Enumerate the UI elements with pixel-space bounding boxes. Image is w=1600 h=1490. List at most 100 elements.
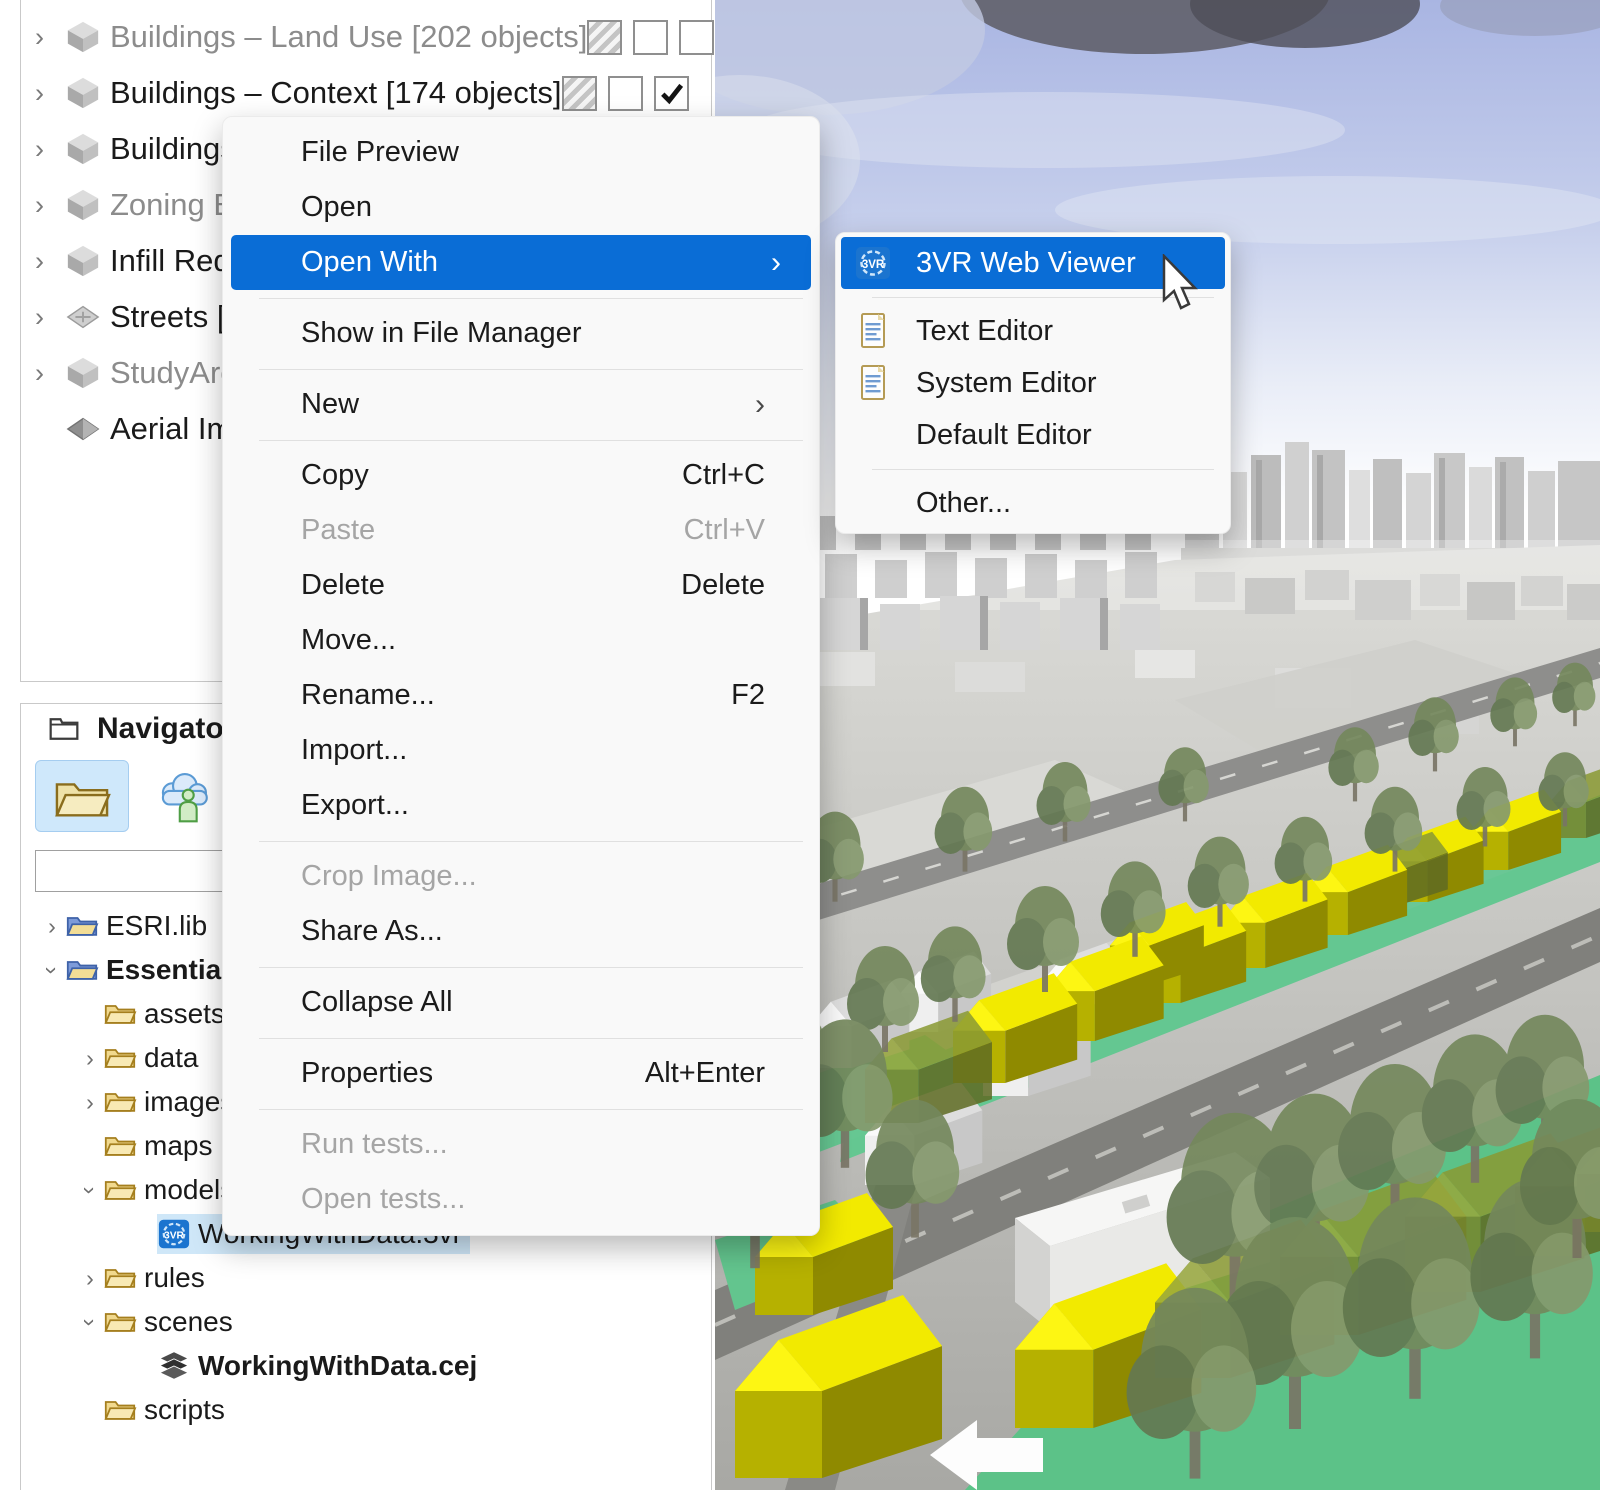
menu-item-share-as[interactable]: Share As... (223, 904, 819, 959)
aerial-layer-icon (65, 411, 101, 447)
cloud-portal-button[interactable] (137, 760, 231, 832)
menu-separator (223, 1101, 819, 1117)
menu-item-properties[interactable]: PropertiesAlt+Enter (223, 1046, 819, 1101)
submenu-item-other[interactable]: Other... (836, 477, 1230, 529)
folder-icon (103, 1306, 137, 1338)
layer-label: Zoning E (110, 187, 234, 223)
checkbox-empty[interactable] (679, 20, 714, 55)
tree-item-workingwithdata-cej[interactable]: WorkingWithData.cej (21, 1344, 711, 1388)
chevron-right-icon[interactable] (39, 913, 65, 940)
folder-icon (103, 1042, 137, 1074)
workspace-folder-button[interactable] (35, 760, 129, 832)
document-icon (854, 364, 892, 402)
3vr-file-icon (157, 1218, 191, 1250)
chevron-right-icon[interactable] (35, 246, 65, 277)
menu-item-crop-image[interactable]: Crop Image... (223, 849, 819, 904)
folder-icon (103, 1130, 137, 1162)
submenu-item-default-editor[interactable]: Default Editor (836, 409, 1230, 461)
model-layer-icon (65, 243, 101, 279)
menu-separator (223, 1030, 819, 1046)
folder-icon (103, 1262, 137, 1294)
menu-item-open[interactable]: Open (223, 180, 819, 235)
scene-layers-icon (157, 1350, 191, 1382)
menu-item-open-tests[interactable]: Open tests... (223, 1172, 819, 1227)
checkmark-icon (658, 79, 686, 107)
cloud-person-icon (153, 769, 215, 823)
model-layer-icon (65, 187, 101, 223)
shortcut: Alt+Enter (645, 1057, 765, 1090)
folder-icon (103, 1174, 137, 1206)
folder-icon (103, 1086, 137, 1118)
menu-item-paste[interactable]: PasteCtrl+V (223, 503, 819, 558)
3d-viewport[interactable] (715, 0, 1600, 1490)
menu-item-rename[interactable]: Rename...F2 (223, 668, 819, 723)
layer-label: Infill Red (110, 243, 231, 279)
menu-separator (223, 959, 819, 975)
checkbox-hatched[interactable] (587, 20, 622, 55)
shortcut: Ctrl+C (682, 459, 765, 492)
checkbox-empty[interactable] (608, 76, 643, 111)
chevron-right-icon[interactable] (77, 1045, 103, 1072)
chevron-right-icon[interactable] (77, 1265, 103, 1292)
library-folder-icon (65, 910, 99, 942)
streets-layer-icon (65, 299, 101, 335)
tree-item-scripts[interactable]: scripts (21, 1388, 711, 1432)
chevron-right-icon[interactable] (35, 134, 65, 165)
checkbox-checked[interactable] (654, 76, 689, 111)
submenu-item-system-editor[interactable]: System Editor (836, 357, 1230, 409)
menu-separator (223, 361, 819, 377)
layer-row-context[interactable]: Buildings – Context [174 objects] (21, 65, 711, 121)
checkbox-empty[interactable] (633, 20, 668, 55)
menu-item-run-tests[interactable]: Run tests... (223, 1117, 819, 1172)
menu-item-file-preview[interactable]: File Preview (223, 125, 819, 180)
chevron-right-icon[interactable] (35, 190, 65, 221)
chevron-down-icon[interactable] (77, 1309, 103, 1336)
shortcut: F2 (731, 679, 765, 712)
model-layer-icon (65, 355, 101, 391)
chevron-right-icon[interactable] (35, 358, 65, 389)
menu-item-collapse-all[interactable]: Collapse All (223, 975, 819, 1030)
menu-item-export[interactable]: Export... (223, 778, 819, 833)
chevron-right-icon[interactable] (77, 1089, 103, 1116)
layer-row-land-use[interactable]: Buildings – Land Use [202 objects] (21, 9, 711, 65)
chevron-down-icon[interactable] (77, 1177, 103, 1204)
shortcut: Ctrl+V (684, 514, 765, 547)
empty-icon-slot (854, 416, 892, 454)
tree-item-scenes[interactable]: scenes (21, 1300, 711, 1344)
chevron-right-icon[interactable] (35, 78, 65, 109)
chevron-right-icon[interactable] (35, 302, 65, 333)
folder-icon (103, 1394, 137, 1426)
menu-item-new[interactable]: New (223, 377, 819, 432)
menu-separator (223, 833, 819, 849)
library-folder-icon (65, 954, 99, 986)
menu-separator (223, 290, 819, 306)
mouse-cursor-icon (1162, 254, 1202, 314)
layer-label: StudyAre (110, 355, 238, 391)
menu-item-delete[interactable]: DeleteDelete (223, 558, 819, 613)
menu-separator (836, 461, 1230, 477)
chevron-down-icon[interactable] (39, 957, 65, 984)
menu-item-copy[interactable]: CopyCtrl+C (223, 448, 819, 503)
document-icon (854, 312, 892, 350)
folder-outline-icon (47, 713, 81, 745)
model-layer-icon (65, 75, 101, 111)
menu-item-import[interactable]: Import... (223, 723, 819, 778)
layer-label: Buildings – Land Use [202 objects] (110, 19, 587, 55)
layer-label: Buildings – Context [174 objects] (110, 75, 562, 111)
menu-item-open-with[interactable]: Open With (231, 235, 811, 290)
chevron-right-icon[interactable] (35, 22, 65, 53)
menu-item-show-in-file-manager[interactable]: Show in File Manager (223, 306, 819, 361)
checkbox-hatched[interactable] (562, 76, 597, 111)
tree-item-rules[interactable]: rules (21, 1256, 711, 1300)
3vr-app-icon (854, 244, 892, 282)
layer-label: Buildings (110, 131, 236, 167)
model-layer-icon (65, 19, 101, 55)
open-folder-icon (51, 769, 113, 823)
3d-city-scene (715, 0, 1600, 1490)
menu-item-move[interactable]: Move... (223, 613, 819, 668)
layer-label: Streets [ (110, 299, 225, 335)
context-menu: File Preview Open Open With Show in File… (222, 116, 820, 1236)
layer-label: Aerial Im (110, 411, 232, 447)
empty-icon-slot (854, 484, 892, 522)
navigator-title: Navigator (97, 712, 235, 746)
